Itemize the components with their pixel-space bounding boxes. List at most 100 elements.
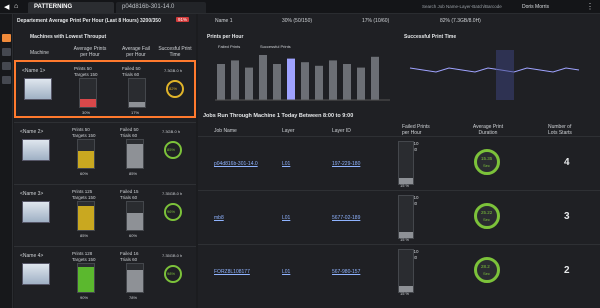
prints-count: 125 — [84, 189, 93, 194]
col-layer-id: Layer ID — [332, 128, 351, 134]
machine-label: <Name 4> — [20, 253, 44, 259]
bar — [315, 65, 323, 100]
duration-ring — [474, 257, 500, 283]
prints-pct: 90% — [80, 295, 89, 300]
duration-unit: Sec — [483, 163, 490, 168]
stat-fails: 17% (10/60) — [362, 18, 390, 24]
fail-bar — [128, 78, 146, 108]
targets-value: Targets 150 — [72, 133, 96, 138]
machine-image — [22, 263, 50, 285]
prints-value: Prints 125 — [72, 189, 93, 194]
job-row[interactable]: mb8 L01 5677-02-189 Failed 10 Trials 30 … — [198, 190, 600, 242]
layer-link[interactable]: L01 — [282, 269, 290, 275]
search-input[interactable]: Search Job Name-Layer-Batch/Barcode — [422, 4, 502, 9]
col-layer: Layer — [282, 128, 295, 134]
duration-ring — [474, 203, 500, 229]
bar — [343, 64, 351, 100]
job-fail-pct: 15 % — [400, 183, 410, 188]
prints-count: 128 — [84, 251, 93, 256]
machine-row[interactable]: <Name 4> Prints 128 Targets 150 90% Fail… — [14, 246, 196, 304]
fail-bar-fill — [127, 270, 143, 292]
failed-value: Failed 16 — [120, 251, 139, 256]
machine-name: Name 1 — [215, 18, 233, 24]
bar — [287, 58, 295, 100]
prints-count: 50 — [84, 127, 90, 132]
machine-row[interactable]: <Name 2> Prints 50 Targets 150 60% Faile… — [14, 122, 196, 180]
failed-value: Failed 50 — [120, 127, 139, 132]
layer-id-link[interactable]: 5677-02-189 — [332, 215, 360, 221]
bar — [329, 60, 337, 100]
machine-col-header: Machine — [30, 50, 49, 56]
tab-patterning[interactable]: PATTERNING — [28, 2, 114, 13]
tab-job[interactable]: p04d816b-301-14.0 — [116, 2, 206, 13]
chart1-title: Prints per Hour — [207, 34, 244, 40]
fail-bar — [126, 263, 144, 293]
fail-bar-fill — [129, 102, 145, 107]
fail-pct: 17% — [131, 110, 140, 115]
job-fail-pct: 15 % — [400, 291, 410, 296]
duration-unit: Sec — [483, 271, 490, 276]
fail-bar — [126, 139, 144, 169]
sidebar-item-1[interactable] — [2, 34, 11, 42]
job-fail-bar — [398, 249, 414, 293]
layer-link[interactable]: L01 — [282, 215, 290, 221]
machine-row[interactable]: <Name 1> Prints 50 Targets 150 30% Faile… — [14, 60, 196, 118]
prints-value: Prints 128 — [72, 251, 93, 256]
job-row[interactable]: FORZ8L108177 L01 567-980-157 Failed 10 T… — [198, 244, 600, 296]
success-chart — [409, 50, 580, 100]
targets-count: 150 — [88, 133, 96, 138]
sidebar-item-4[interactable] — [2, 76, 11, 84]
trials-count: 60 — [132, 257, 138, 262]
user-name[interactable]: Doris Morris — [522, 4, 549, 10]
machine-image — [22, 139, 50, 161]
back-icon[interactable]: ◀ — [4, 3, 9, 11]
col-duration: Average Print Duration — [472, 124, 504, 136]
success-pct: 85% — [167, 147, 176, 152]
bar — [273, 64, 281, 100]
layer-link[interactable]: L01 — [282, 161, 290, 167]
duration-unit: Sec — [483, 217, 490, 222]
success-pct: 82% — [169, 86, 178, 91]
trials-count: 60 — [132, 195, 138, 200]
col-failed: Failed Prints per Hour — [402, 124, 430, 136]
job-failed-count: 10 — [413, 141, 419, 146]
stat-success: 82% (7.3GB/8.0H) — [440, 18, 481, 24]
failed-count: 15 — [133, 189, 139, 194]
failed-value: Failed 15 — [120, 189, 139, 194]
machine-row[interactable]: <Name 3> Prints 125 Targets 150 85% Fail… — [14, 184, 196, 242]
bar — [217, 64, 225, 100]
job-link[interactable]: p04d816b-301-14.0 — [214, 161, 258, 167]
layer-id-link[interactable]: 567-980-157 — [332, 269, 360, 275]
department-title: Departement Average Print Per Hour (Last… — [17, 18, 161, 24]
job-failed-count: 10 — [413, 249, 419, 254]
success-pct: 96% — [167, 209, 176, 214]
fail-bar-fill — [127, 144, 143, 168]
machine-label: <Name 1> — [22, 68, 46, 74]
targets-value: Targets 150 — [72, 257, 96, 262]
job-link[interactable]: mb8 — [214, 215, 224, 221]
table-title: Jobs Run Through Machine 1 Today Between… — [203, 113, 354, 119]
sidebar-item-3[interactable] — [2, 62, 11, 70]
col-job: Job Name — [214, 128, 237, 134]
job-row[interactable]: p04d816b-301-14.0 L01 197-229-180 Failed… — [198, 136, 600, 188]
job-fail-bar — [398, 141, 414, 185]
targets-count: 150 — [90, 72, 98, 77]
failed-count: 50 — [135, 66, 141, 71]
machine-image — [24, 78, 52, 100]
prints-bar-fill — [78, 151, 94, 168]
job-link[interactable]: FORZ8L108177 — [214, 269, 250, 275]
trials-count: 60 — [132, 133, 138, 138]
prints-bar — [77, 263, 95, 293]
machine-label: <Name 2> — [20, 129, 44, 135]
fail-pct: 85% — [129, 171, 138, 176]
bar — [231, 60, 239, 100]
home-icon[interactable]: ⌂ — [14, 3, 18, 10]
job-fail-pct: 15 % — [400, 237, 410, 242]
menu-icon[interactable]: ⋮ — [586, 2, 594, 11]
sidebar-item-2[interactable] — [2, 48, 11, 56]
failed-value: Failed 50 — [122, 66, 141, 71]
prints-value: Prints 50 — [74, 66, 92, 71]
layer-id-link[interactable]: 197-229-180 — [332, 161, 360, 167]
trials-value: Trials 60 — [120, 195, 138, 200]
stat-prints: 30% (50/150) — [282, 18, 313, 24]
